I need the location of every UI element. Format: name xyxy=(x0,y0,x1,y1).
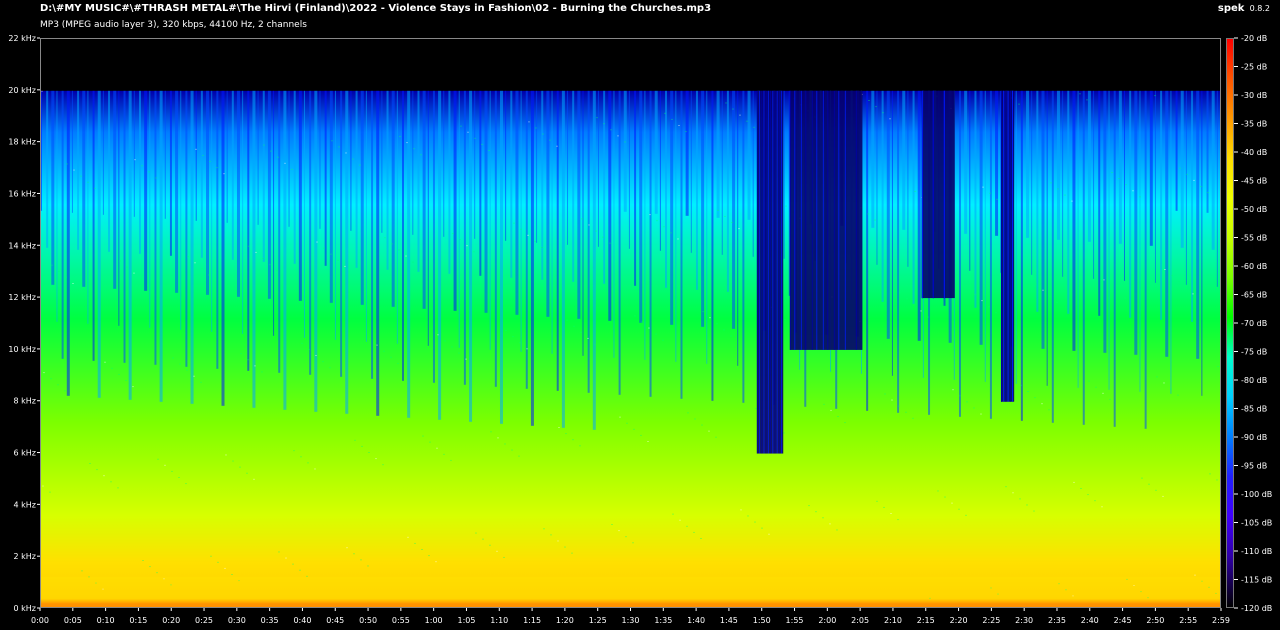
db-tick-label: -60 dB xyxy=(1241,262,1267,271)
time-tick-label: 0:10 xyxy=(97,616,115,625)
frequency-tick-label: 20 kHz xyxy=(8,86,36,95)
db-tick-label: -50 dB xyxy=(1241,205,1267,214)
time-tick-label: 2:20 xyxy=(950,616,968,625)
db-tick-label: -100 dB xyxy=(1241,490,1272,499)
time-tick-label: 0:45 xyxy=(326,616,344,625)
time-tick-label: 2:50 xyxy=(1146,616,1164,625)
db-tick-label: -95 dB xyxy=(1241,462,1267,471)
db-tick-label: -65 dB xyxy=(1241,291,1267,300)
db-tick-label: -75 dB xyxy=(1241,348,1267,357)
db-tick-label: -45 dB xyxy=(1241,177,1267,186)
db-tick-label: -85 dB xyxy=(1241,405,1267,414)
time-tick-label: 1:15 xyxy=(523,616,541,625)
frequency-axis: 22 kHz 20 kHz 18 kHz 16 kHz 14 kHz 12 kHz 10 k… xyxy=(8,34,40,613)
db-tick-label: -115 dB xyxy=(1241,576,1272,585)
frequency-tick-label: 10 kHz xyxy=(8,345,36,354)
time-tick-label: 0:50 xyxy=(359,616,377,625)
time-tick-label: 1:05 xyxy=(457,616,475,625)
frequency-tick-label: 12 kHz xyxy=(8,293,36,302)
time-tick-label: 1:50 xyxy=(753,616,771,625)
time-tick-label: 2:10 xyxy=(884,616,902,625)
time-axis: 0:00 0:05 0:10 0:15 0:20 0:25 0:30 0:35 0:40 0:45… xyxy=(31,608,1230,625)
frequency-tick-label: 8 kHz xyxy=(14,397,36,406)
time-tick-label: 1:35 xyxy=(654,616,672,625)
time-tick-label: 1:25 xyxy=(589,616,607,625)
time-tick-label: 0:05 xyxy=(64,616,82,625)
time-tick-label: 0:15 xyxy=(129,616,147,625)
time-tick-label: 2:15 xyxy=(917,616,935,625)
time-tick-label: 2:00 xyxy=(818,616,836,625)
spek-window: D:\#MY MUSIC#\#THRASH METAL#\The Hirvi (… xyxy=(0,0,1280,630)
frequency-tick-label: 0 kHz xyxy=(14,604,36,613)
frequency-tick-label: 2 kHz xyxy=(14,552,36,561)
time-tick-label: 0:25 xyxy=(195,616,213,625)
frequency-tick-label: 6 kHz xyxy=(14,449,36,458)
time-tick-label: 1:40 xyxy=(687,616,705,625)
time-tick-label: 2:25 xyxy=(982,616,1000,625)
time-tick-label: 2:35 xyxy=(1048,616,1066,625)
db-tick-label: -40 dB xyxy=(1241,148,1267,157)
time-tick-label: 1:00 xyxy=(425,616,443,625)
db-tick-label: -30 dB xyxy=(1241,91,1267,100)
db-tick-label: -105 dB xyxy=(1241,519,1272,528)
time-tick-label: 0:20 xyxy=(162,616,180,625)
db-tick-label: -80 dB xyxy=(1241,376,1267,385)
db-tick-label: -90 dB xyxy=(1241,433,1267,442)
frequency-tick-label: 16 kHz xyxy=(8,189,36,198)
frequency-tick-label: 18 kHz xyxy=(8,138,36,147)
time-tick-label: 0:55 xyxy=(392,616,410,625)
time-tick-label: 0:35 xyxy=(261,616,279,625)
db-tick-label: -35 dB xyxy=(1241,120,1267,129)
time-tick-label: 0:00 xyxy=(31,616,49,625)
frequency-tick-label: 14 kHz xyxy=(8,241,36,250)
frequency-tick-label: 22 kHz xyxy=(8,34,36,43)
axes-overlay: 22 kHz 20 kHz 18 kHz 16 kHz 14 kHz 12 kHz 10 k… xyxy=(8,34,1272,625)
time-tick-label: 2:55 xyxy=(1179,616,1197,625)
time-tick-label: 1:45 xyxy=(720,616,738,625)
db-tick-label: -25 dB xyxy=(1241,63,1267,72)
time-tick-label: 1:30 xyxy=(622,616,640,625)
time-tick-label: 2:40 xyxy=(1081,616,1099,625)
time-tick-label: 0:30 xyxy=(228,616,246,625)
db-tick-label: -55 dB xyxy=(1241,234,1267,243)
time-tick-label: 1:55 xyxy=(786,616,804,625)
time-tick-label: 2:05 xyxy=(851,616,869,625)
frequency-tick-label: 4 kHz xyxy=(14,500,36,509)
db-tick-label: -110 dB xyxy=(1241,547,1272,556)
time-tick-label: 2:30 xyxy=(1015,616,1033,625)
db-tick-label: -20 dB xyxy=(1241,34,1267,43)
db-tick-label: -120 dB xyxy=(1241,604,1272,613)
time-tick-label: 2:59 xyxy=(1212,616,1230,625)
time-tick-label: 1:10 xyxy=(490,616,508,625)
time-tick-label: 1:20 xyxy=(556,616,574,625)
db-axis: -20 dB -25 dB -30 dB -35 dB -40 dB -45 dB -50 … xyxy=(1234,34,1272,613)
db-tick-label: -70 dB xyxy=(1241,319,1267,328)
time-tick-label: 0:40 xyxy=(293,616,311,625)
time-tick-label: 2:45 xyxy=(1114,616,1132,625)
